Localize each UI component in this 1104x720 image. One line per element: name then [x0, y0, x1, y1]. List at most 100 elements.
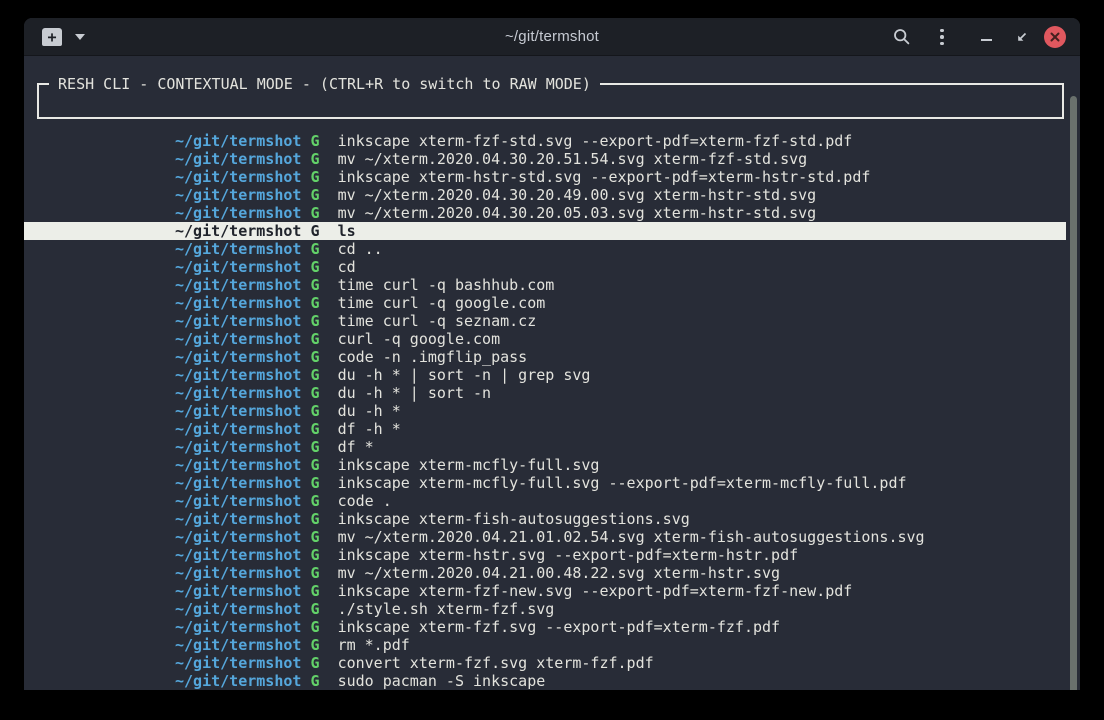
history-row[interactable]: ~/git/termshot G inkscape xterm-hstr-std… — [24, 168, 1066, 186]
history-row[interactable]: ~/git/termshot G time curl -q bashhub.co… — [24, 276, 1066, 294]
history-command: inkscape xterm-hstr-std.svg --export-pdf… — [338, 168, 871, 186]
history-command: convert xterm-fzf.svg xterm-fzf.pdf — [338, 654, 654, 672]
history-path: ~/git/termshot — [175, 546, 301, 564]
history-row[interactable]: ~/git/termshot G inkscape xterm-hstr.svg… — [24, 546, 1066, 564]
history-row[interactable]: ~/git/termshot G inkscape xterm-mcfly-fu… — [24, 456, 1066, 474]
tab-dropdown-button[interactable] — [75, 34, 85, 40]
history-path: ~/git/termshot — [175, 240, 301, 258]
history-row[interactable]: ~/git/termshot G cd — [24, 258, 1066, 276]
history-command: time curl -q bashhub.com — [338, 276, 555, 294]
resh-search-box: RESH CLI - CONTEXTUAL MODE - (CTRL+R to … — [37, 83, 1064, 119]
history-row[interactable]: ~/git/termshot G rm *.pdf — [24, 636, 1066, 654]
history-marker: G — [310, 492, 319, 510]
history-row[interactable]: ~/git/termshot G sudo pacman -S inkscape — [24, 672, 1066, 690]
history-marker: G — [310, 456, 319, 474]
history-row[interactable]: ~/git/termshot G curl -q google.com — [24, 330, 1066, 348]
history-row[interactable]: ~/git/termshot G mv ~/xterm.2020.04.30.2… — [24, 150, 1066, 168]
history-row[interactable]: ~/git/termshot G inkscape xterm-fzf.svg … — [24, 618, 1066, 636]
history-path: ~/git/termshot — [175, 474, 301, 492]
restore-button[interactable] — [1010, 25, 1034, 49]
history-row[interactable]: ~/git/termshot G code -n .imgflip_pass — [24, 348, 1066, 366]
history-command: df * — [338, 438, 374, 456]
history-command: df -h * — [338, 420, 401, 438]
history-marker: G — [310, 276, 319, 294]
close-icon — [1050, 32, 1060, 42]
history-row[interactable]: ~/git/termshot G mv ~/xterm.2020.04.30.2… — [24, 204, 1066, 222]
history-path: ~/git/termshot — [175, 492, 301, 510]
history-marker: G — [310, 600, 319, 618]
history-command: inkscape xterm-fzf-new.svg --export-pdf=… — [338, 582, 853, 600]
history-path: ~/git/termshot — [175, 456, 301, 474]
history-path: ~/git/termshot — [175, 222, 301, 240]
history-path: ~/git/termshot — [175, 420, 301, 438]
history-path: ~/git/termshot — [175, 294, 301, 312]
history-marker: G — [310, 186, 319, 204]
terminal-screen[interactable]: RESH CLI - CONTEXTUAL MODE - (CTRL+R to … — [24, 56, 1080, 690]
history-row[interactable]: ~/git/termshot G df * — [24, 438, 1066, 456]
scrollbar-thumb[interactable] — [1070, 96, 1077, 690]
history-row[interactable]: ~/git/termshot G time curl -q seznam.cz — [24, 312, 1066, 330]
history-command: inkscape xterm-mcfly-full.svg --export-p… — [338, 474, 907, 492]
history-row[interactable]: ~/git/termshot G mv ~/xterm.2020.04.30.2… — [24, 186, 1066, 204]
history-row[interactable]: ~/git/termshot G inkscape xterm-fzf-std.… — [24, 132, 1066, 150]
history-marker: G — [310, 330, 319, 348]
history-row[interactable]: ~/git/termshot G inkscape xterm-fish-aut… — [24, 510, 1066, 528]
history-command: sudo pacman -S inkscape — [338, 672, 546, 690]
new-tab-button[interactable]: + — [42, 28, 62, 46]
search-button[interactable] — [890, 25, 914, 49]
history-row[interactable]: ~/git/termshot G inkscape xterm-fzf-new.… — [24, 582, 1066, 600]
history-command: du -h * | sort -n — [338, 384, 492, 402]
history-row[interactable]: ~/git/termshot G df -h * — [24, 420, 1066, 438]
history-path: ~/git/termshot — [175, 438, 301, 456]
history-path: ~/git/termshot — [175, 402, 301, 420]
history-command: inkscape xterm-fish-autosuggestions.svg — [338, 510, 690, 528]
history-row[interactable]: ~/git/termshot G mv ~/xterm.2020.04.21.0… — [24, 528, 1066, 546]
history-path: ~/git/termshot — [175, 276, 301, 294]
history-command: inkscape xterm-fzf-std.svg --export-pdf=… — [338, 132, 853, 150]
history-marker: G — [310, 438, 319, 456]
history-path: ~/git/termshot — [175, 384, 301, 402]
history-row[interactable]: ~/git/termshot G inkscape xterm-mcfly-fu… — [24, 474, 1066, 492]
history-command: du -h * — [338, 402, 401, 420]
resh-search-input[interactable] — [43, 89, 1058, 115]
minimize-icon — [981, 39, 992, 41]
minimize-button[interactable] — [974, 25, 998, 49]
plus-icon: + — [47, 30, 56, 45]
terminal-window: + ~/git/termshot — [24, 18, 1080, 690]
history-marker: G — [310, 384, 319, 402]
history-marker: G — [310, 582, 319, 600]
history-marker: G — [310, 636, 319, 654]
history-path: ~/git/termshot — [175, 204, 301, 222]
history-row-selected[interactable]: ~/git/termshot G ls — [24, 222, 1066, 240]
history-row[interactable]: ~/git/termshot G time curl -q google.com — [24, 294, 1066, 312]
history-row[interactable]: ~/git/termshot G convert xterm-fzf.svg x… — [24, 654, 1066, 672]
history-marker: G — [310, 222, 319, 240]
history-command: code . — [338, 492, 392, 510]
history-command: mv ~/xterm.2020.04.21.00.48.22.svg xterm… — [338, 564, 781, 582]
history-marker: G — [310, 312, 319, 330]
history-command: inkscape xterm-fzf.svg --export-pdf=xter… — [338, 618, 781, 636]
history-command: time curl -q google.com — [338, 294, 546, 312]
history-row[interactable]: ~/git/termshot G du -h * | sort -n | gre… — [24, 366, 1066, 384]
history-row[interactable]: ~/git/termshot G cd .. — [24, 240, 1066, 258]
history-row[interactable]: ~/git/termshot G du -h * | sort -n — [24, 384, 1066, 402]
history-row[interactable]: ~/git/termshot G mv ~/xterm.2020.04.21.0… — [24, 564, 1066, 582]
menu-button[interactable] — [930, 25, 954, 49]
history-marker: G — [310, 168, 319, 186]
history-row[interactable]: ~/git/termshot G ./style.sh xterm-fzf.sv… — [24, 600, 1066, 618]
history-path: ~/git/termshot — [175, 150, 301, 168]
headerbar: + ~/git/termshot — [24, 18, 1080, 56]
history-row[interactable]: ~/git/termshot G code . — [24, 492, 1066, 510]
history-command: cd .. — [338, 240, 383, 258]
history-command: time curl -q seznam.cz — [338, 312, 537, 330]
history-marker: G — [310, 294, 319, 312]
close-button[interactable] — [1044, 26, 1066, 48]
history-marker: G — [310, 132, 319, 150]
history-path: ~/git/termshot — [175, 366, 301, 384]
history-marker: G — [310, 258, 319, 276]
history-command: du -h * | sort -n | grep svg — [338, 366, 591, 384]
history-row[interactable]: ~/git/termshot G du -h * — [24, 402, 1066, 420]
history-path: ~/git/termshot — [175, 636, 301, 654]
history-command: curl -q google.com — [338, 330, 501, 348]
headerbar-left-controls: + — [42, 18, 85, 56]
